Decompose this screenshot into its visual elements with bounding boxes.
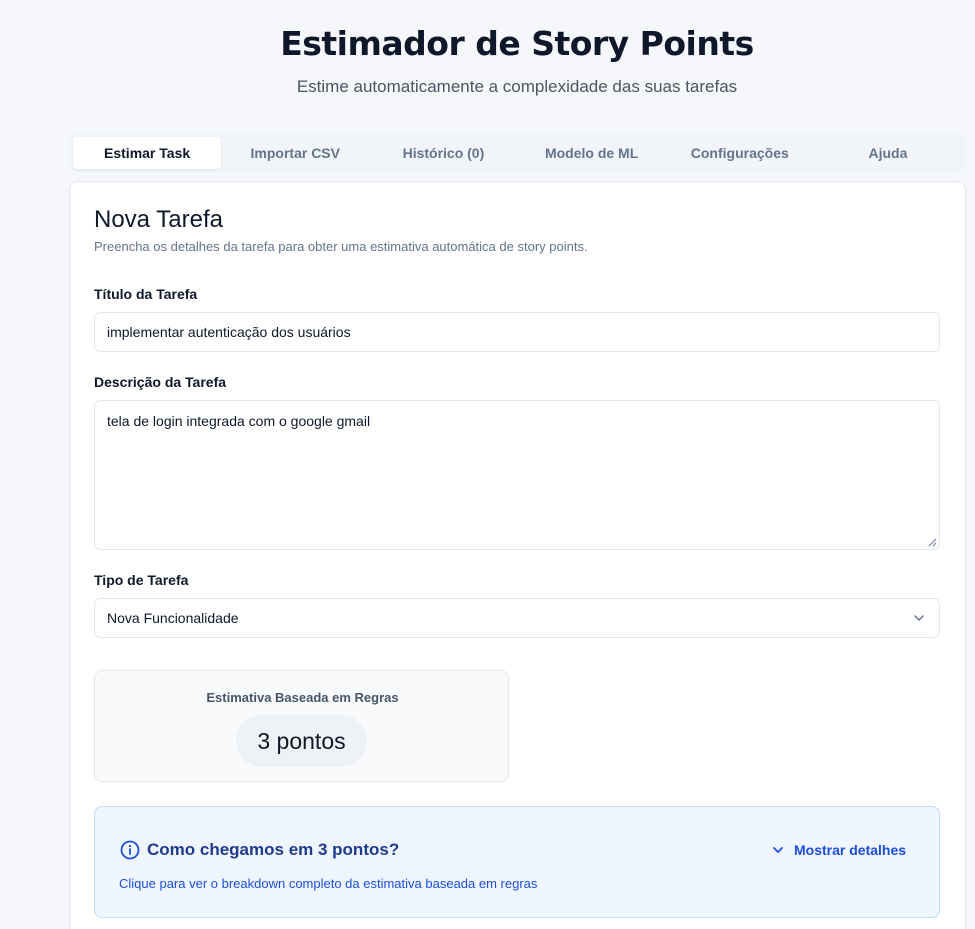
task-description-textarea[interactable]: tela de login integrada com o google gma…	[94, 400, 940, 550]
page: Estimador de Story Points Estime automat…	[0, 0, 975, 929]
tab-bar: Estimar Task Importar CSV Histórico (0) …	[69, 133, 966, 173]
task-description-text: tela de login integrada com o google gma…	[107, 413, 371, 429]
rule-based-estimate-card: Estimativa Baseada em Regras 3 pontos	[94, 670, 509, 782]
task-type-select[interactable]: Nova Funcionalidade	[94, 598, 940, 638]
chevron-down-icon	[914, 615, 924, 621]
tab-estimar-task[interactable]: Estimar Task	[73, 137, 222, 169]
show-details-label: Mostrar detalhes	[794, 842, 907, 858]
resize-handle-icon[interactable]	[927, 537, 937, 547]
form-description: Preencha os detalhes da tarefa para obte…	[94, 239, 588, 254]
tab-importar-csv[interactable]: Importar CSV	[221, 137, 369, 169]
page-subtitle: Estime automaticamente a complexidade da…	[296, 77, 738, 96]
page-title: Estimador de Story Points	[280, 24, 754, 63]
estimate-label: Estimativa Baseada em Regras	[206, 690, 399, 705]
tab-modelo-ml[interactable]: Modelo de ML	[518, 137, 666, 169]
task-description-label: Descrição da Tarefa	[94, 374, 227, 390]
task-title-input[interactable]: implementar autenticação dos usuários	[94, 312, 940, 352]
task-type-selected: Nova Funcionalidade	[107, 610, 239, 626]
form-title: Nova Tarefa	[94, 206, 223, 233]
tab-historico[interactable]: Histórico (0)	[369, 137, 517, 169]
tab-ajuda[interactable]: Ajuda	[814, 137, 962, 169]
explanation-description: Clique para ver o breakdown completo da …	[119, 876, 538, 891]
explanation-panel[interactable]: Como chegamos em 3 pontos? Mostrar detal…	[94, 806, 940, 918]
show-details-button[interactable]: Mostrar detalhes	[772, 841, 906, 859]
task-type-label: Tipo de Tarefa	[94, 572, 189, 588]
chevron-down-icon	[773, 847, 783, 853]
info-icon	[120, 840, 140, 860]
tab-configuracoes[interactable]: Configurações	[666, 137, 814, 169]
task-title-label: Título da Tarefa	[94, 286, 198, 302]
estimate-value-badge: 3 pontos	[236, 715, 367, 767]
explanation-title: Como chegamos em 3 pontos?	[147, 840, 400, 859]
